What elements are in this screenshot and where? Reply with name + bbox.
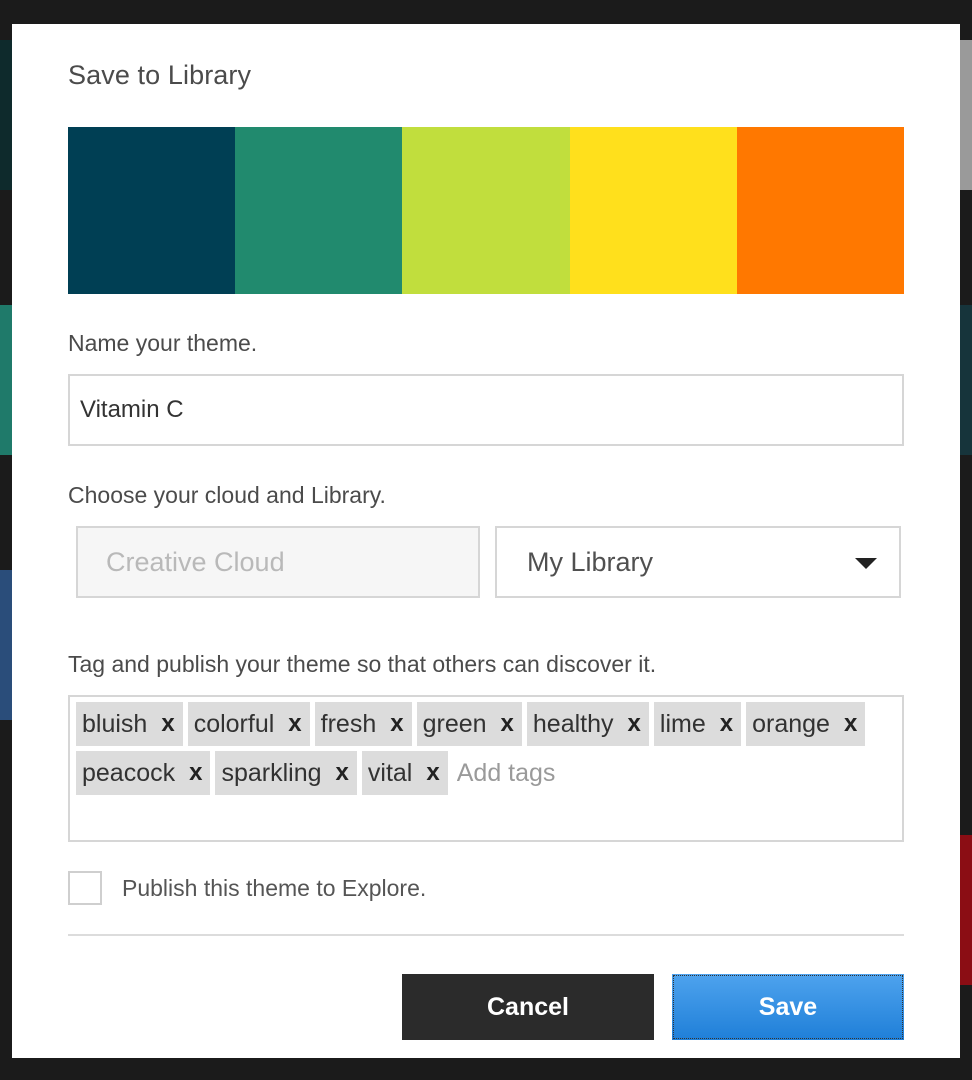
library-dropdown[interactable]: My Library xyxy=(495,526,901,598)
background-panel xyxy=(960,835,972,985)
tag-label: orange xyxy=(752,709,830,738)
tag-label: bluish xyxy=(82,709,148,738)
tag-label: healthy xyxy=(532,709,614,738)
tag-label: peacock xyxy=(82,758,176,787)
cloud-field: Creative Cloud xyxy=(76,526,480,598)
remove-tag-icon[interactable]: x xyxy=(161,710,174,738)
swatch-4 xyxy=(569,127,737,294)
tag-chip: orange x xyxy=(746,702,866,746)
divider xyxy=(68,934,904,936)
remove-tag-icon[interactable]: x xyxy=(844,710,857,738)
publish-label[interactable]: Publish this theme to Explore. xyxy=(122,875,426,902)
chevron-down-icon xyxy=(855,558,877,569)
tags-list: bluish x colorful x fresh x green x healthy x lime… xyxy=(76,702,896,800)
theme-name-label: Name your theme. xyxy=(68,330,258,356)
tag-label: green xyxy=(422,709,487,738)
background-panel xyxy=(0,305,12,455)
tag-label: vital xyxy=(367,758,413,787)
background-panel xyxy=(960,305,972,455)
publish-checkbox[interactable] xyxy=(68,871,102,905)
remove-tag-icon[interactable]: x xyxy=(390,710,403,738)
remove-tag-icon[interactable]: x xyxy=(501,710,514,738)
cloud-library-label: Choose your cloud and Library. xyxy=(68,482,386,508)
tags-field[interactable]: bluish x colorful x fresh x green x healthy x lime… xyxy=(68,695,904,842)
tag-label: colorful xyxy=(193,709,275,738)
tag-chip: lime x xyxy=(653,702,742,746)
remove-tag-icon[interactable]: x xyxy=(426,759,439,787)
tag-chip: colorful x xyxy=(187,702,310,746)
dialog-title: Save to Library xyxy=(68,60,252,90)
theme-name-input[interactable] xyxy=(68,374,904,446)
tag-label: lime xyxy=(659,709,706,738)
background-panel xyxy=(0,570,12,720)
save-button[interactable]: Save xyxy=(672,974,904,1040)
remove-tag-icon[interactable]: x xyxy=(336,759,349,787)
tag-label: sparkling xyxy=(221,758,322,787)
tag-chip: peacock x xyxy=(76,751,211,795)
cancel-button[interactable]: Cancel xyxy=(402,974,654,1040)
swatch-2 xyxy=(235,127,403,294)
tag-chip: green x xyxy=(416,702,522,746)
swatch-5 xyxy=(736,127,905,294)
background-panel xyxy=(960,40,972,190)
add-tags-input[interactable] xyxy=(452,751,661,795)
library-dropdown-value: My Library xyxy=(527,546,654,577)
tag-chip: fresh x xyxy=(314,702,412,746)
background-panel xyxy=(0,40,12,190)
color-swatches xyxy=(68,127,905,294)
save-to-library-dialog: Save to Library Name your theme. Choose … xyxy=(12,24,960,1058)
tag-label: fresh xyxy=(320,709,377,738)
publish-row: Publish this theme to Explore. xyxy=(68,871,426,905)
tag-chip: sparkling x xyxy=(215,751,357,795)
tag-chip: vital x xyxy=(361,751,448,795)
tag-chip: healthy x xyxy=(526,702,649,746)
remove-tag-icon[interactable]: x xyxy=(628,710,641,738)
tags-label: Tag and publish your theme so that other… xyxy=(68,651,657,677)
remove-tag-icon[interactable]: x xyxy=(189,759,202,787)
remove-tag-icon[interactable]: x xyxy=(288,710,301,738)
tag-chip: bluish x xyxy=(76,702,183,746)
swatch-3 xyxy=(402,127,570,294)
remove-tag-icon[interactable]: x xyxy=(720,710,733,738)
cloud-field-text: Creative Cloud xyxy=(106,546,285,577)
swatch-1 xyxy=(68,127,236,294)
